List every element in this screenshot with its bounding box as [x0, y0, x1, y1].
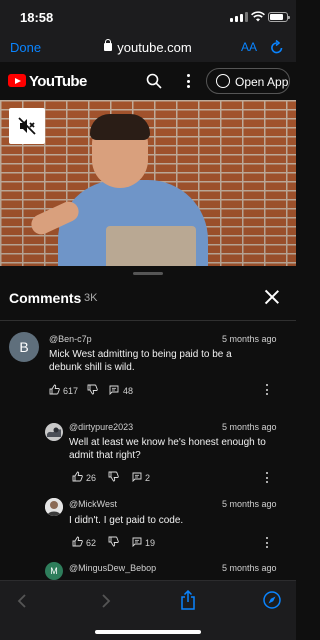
forward-icon[interactable] [100, 593, 112, 609]
comment: @dirtypure2023 5 months ago Well at leas… [0, 420, 296, 490]
browser-bar: Done youtube.com AA [0, 34, 296, 62]
comment-author[interactable]: @MingusDew_Bebop [69, 563, 156, 573]
reply-icon[interactable] [132, 537, 142, 547]
comments-panel: Comments 3K B @Ben-c7p 5 months ago Mick… [0, 266, 296, 580]
close-icon[interactable] [265, 290, 279, 304]
comment: B @Ben-c7p 5 months ago Mick West admitt… [0, 332, 296, 406]
thumbs-up-icon[interactable] [72, 471, 83, 482]
thumbs-up-icon[interactable] [49, 384, 60, 395]
account-icon [216, 74, 230, 88]
avatar[interactable] [45, 498, 63, 516]
thumbs-up-icon[interactable] [72, 536, 83, 547]
comment-time: 5 months ago [222, 563, 277, 573]
like-count: 62 [86, 538, 97, 548]
unmute-button[interactable] [9, 108, 45, 144]
reply-count: 48 [123, 386, 134, 396]
avatar[interactable] [45, 423, 63, 441]
comment-time: 5 months ago [222, 499, 277, 509]
comment-menu-icon[interactable] [265, 472, 269, 484]
comment-actions: 617 48 [49, 384, 149, 398]
status-bar: 18:58 [0, 0, 296, 34]
youtube-header: YouTube Open App [0, 62, 296, 100]
panel-drag-handle[interactable] [133, 272, 163, 275]
reply-count: 19 [145, 538, 156, 548]
divider [0, 320, 296, 321]
comment: M @MingusDew_Bebop 5 months ago [0, 562, 296, 580]
comment-time: 5 months ago [222, 334, 277, 344]
youtube-logo-icon[interactable] [8, 74, 26, 87]
reply-icon[interactable] [132, 472, 142, 482]
home-indicator [95, 630, 201, 634]
comment-menu-icon[interactable] [265, 537, 269, 549]
youtube-wordmark[interactable]: YouTube [29, 73, 87, 90]
thumbs-down-icon[interactable] [87, 384, 98, 395]
open-app-button[interactable]: Open App [206, 68, 290, 94]
comment-text: Well at least we know he's honest enough… [69, 437, 266, 461]
wifi-icon [251, 11, 265, 22]
lock-icon [104, 39, 113, 51]
comment-text: Mick West admitting to being paid to be … [49, 349, 232, 373]
avatar[interactable]: M [45, 562, 63, 580]
compass-icon[interactable] [263, 591, 281, 609]
reload-icon[interactable] [270, 39, 284, 55]
comment-menu-icon[interactable] [265, 384, 269, 396]
status-time: 18:58 [20, 10, 54, 25]
avatar-image [45, 498, 63, 516]
url-text: youtube.com [117, 40, 192, 55]
comment-actions: 26 2 [72, 471, 172, 485]
like-count: 617 [63, 386, 79, 396]
comment-author[interactable]: @MickWest [69, 499, 117, 509]
open-app-label: Open App [235, 75, 289, 89]
video-laptop [106, 226, 196, 266]
browser-toolbar [0, 580, 296, 640]
avatar[interactable]: B [9, 332, 39, 362]
avatar-image [45, 423, 63, 441]
comments-title: Comments [9, 290, 82, 306]
reply-count: 2 [145, 473, 151, 483]
search-icon[interactable] [146, 73, 162, 89]
thumbs-down-icon[interactable] [108, 536, 119, 547]
comment-author[interactable]: @dirtypure2023 [69, 422, 133, 432]
battery-icon [268, 12, 290, 22]
more-options-icon[interactable] [184, 73, 194, 89]
cellular-signal-icon [230, 12, 248, 22]
thumbs-down-icon[interactable] [108, 471, 119, 482]
reply-icon[interactable] [109, 385, 119, 395]
back-icon[interactable] [16, 593, 28, 609]
muted-speaker-icon [18, 117, 36, 135]
comment-time: 5 months ago [222, 422, 277, 432]
video-player[interactable] [0, 100, 296, 266]
comment-author[interactable]: @Ben-c7p [49, 334, 92, 344]
comment-actions: 62 19 [72, 536, 172, 550]
comment-text: I didn't. I get paid to code. [69, 515, 184, 526]
comment: @MickWest 5 months ago I didn't. I get p… [0, 498, 296, 556]
text-size-button[interactable]: AA [241, 40, 257, 54]
share-icon[interactable] [179, 590, 197, 610]
like-count: 26 [86, 473, 97, 483]
comments-count: 3K [84, 292, 98, 304]
